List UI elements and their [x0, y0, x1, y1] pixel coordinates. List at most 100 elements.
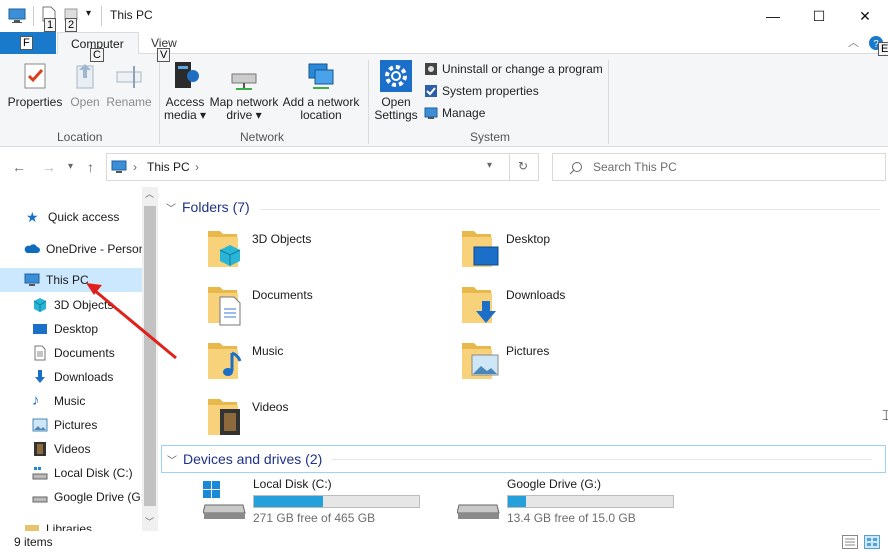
sidebar-item-label: Google Drive (G:)	[54, 490, 142, 504]
sidebar-item-music[interactable]: ♪ Music	[0, 389, 142, 413]
keytip-1: 1	[44, 18, 57, 32]
location-group-label: Location	[57, 130, 103, 144]
minimize-icon: —	[766, 8, 780, 24]
sidebar-item-videos[interactable]: Videos	[0, 437, 142, 461]
sidebar-item-this-pc[interactable]: This PC	[0, 268, 142, 292]
download-arrow-icon	[35, 370, 45, 383]
up-arrow-icon[interactable]: ↑	[87, 159, 94, 175]
sidebar-item-label: Pictures	[54, 418, 98, 432]
system-group-label: System	[470, 130, 511, 144]
customize-qat-icon[interactable]: ▾	[86, 8, 91, 19]
sidebar-item-label: This PC	[46, 273, 89, 287]
access-media-label-2: media ▾	[163, 108, 207, 122]
group-separator	[608, 60, 609, 144]
keytip-help: E	[878, 42, 888, 56]
collapse-ribbon-icon[interactable]: ︿	[848, 34, 859, 50]
content-pane: ﹀ Folders (7) 3D Objects Desktop Documen…	[158, 187, 888, 531]
folder-item-desktop[interactable]: Desktop	[460, 227, 700, 277]
uninstall-program-button[interactable]: Uninstall or change a program	[424, 62, 603, 76]
search-icon	[569, 162, 582, 175]
folder-item-videos[interactable]: Videos	[206, 395, 446, 445]
sidebar-item-3d-objects[interactable]: 3D Objects	[0, 293, 142, 317]
folder-name: Desktop	[506, 232, 551, 246]
sidebar-item-desktop[interactable]: Desktop	[0, 317, 142, 341]
title-bar: 1 2 ▾ This PC — ☐ ✕	[0, 0, 888, 32]
folder-item-music[interactable]: Music	[206, 339, 446, 389]
drive-item-google-drive[interactable]: Google Drive (G:) 13.4 GB free of 15.0 G…	[456, 477, 707, 527]
keytip-view: V	[157, 48, 171, 62]
sidebar-item-local-disk[interactable]: Local Disk (C:)	[0, 461, 142, 485]
folder-item-documents[interactable]: Documents	[206, 283, 446, 333]
sidebar-item-pictures[interactable]: Pictures	[0, 413, 142, 437]
drive-usage-bar	[507, 495, 674, 508]
sidebar-item-libraries[interactable]: Libraries	[0, 517, 142, 531]
close-icon: ✕	[859, 7, 871, 24]
maximize-icon: ☐	[812, 7, 826, 24]
windows-drive-icon	[202, 481, 246, 519]
drive-item-local-disk[interactable]: Local Disk (C:) 271 GB free of 465 GB	[202, 477, 453, 527]
system-properties-button[interactable]: System properties	[424, 84, 539, 98]
sidebar-item-onedrive[interactable]: OneDrive - Person	[0, 237, 142, 261]
minimize-button[interactable]: —	[750, 0, 796, 32]
access-media-button[interactable]: Access media ▾	[163, 60, 207, 122]
sidebar-scroll-thumb[interactable]	[144, 206, 156, 506]
sidebar-item-label: Music	[54, 394, 86, 408]
search-input[interactable]: Search This PC	[593, 160, 677, 174]
manage-label: Manage	[442, 106, 486, 120]
refresh-icon[interactable]: ↻	[518, 159, 528, 173]
sidebar-item-label: 3D Objects	[54, 298, 114, 312]
sidebar-item-downloads[interactable]: Downloads	[0, 365, 142, 389]
manage-button[interactable]: Manage	[424, 106, 485, 120]
map-drive-label-2: drive ▾	[226, 108, 262, 122]
properties-button[interactable]: Properties	[6, 60, 64, 109]
forward-arrow-icon[interactable]: →	[42, 159, 56, 175]
folder-item-downloads[interactable]: Downloads	[460, 283, 700, 333]
open-settings-button[interactable]: Open Settings	[372, 60, 420, 122]
keytip-computer: C	[90, 48, 104, 62]
drive-name: Google Drive (G:)	[507, 477, 602, 491]
add-network-location-button[interactable]: Add a network location	[282, 60, 360, 122]
document-icon	[34, 345, 46, 361]
open-label: Open	[70, 95, 100, 109]
sidebar-item-label: Desktop	[54, 322, 99, 336]
breadcrumb-separator-icon[interactable]: ›	[195, 160, 199, 174]
uninstall-label: Uninstall or change a program	[442, 62, 603, 76]
sidebar-item-label: Local Disk (C:)	[54, 466, 133, 480]
scroll-down-icon[interactable]: ﹀	[145, 515, 154, 528]
folder-downloads-icon	[462, 287, 496, 323]
folder-name: Downloads	[506, 288, 566, 302]
address-dropdown-icon[interactable]: ▾	[487, 160, 492, 171]
search-box[interactable]: Search This PC	[552, 153, 886, 181]
libraries-icon	[25, 525, 39, 531]
folders-section-header[interactable]: ﹀ Folders (7)	[166, 199, 250, 215]
folder-item-pictures[interactable]: Pictures	[460, 339, 700, 389]
rename-button[interactable]: Rename	[106, 60, 152, 109]
cube-icon	[33, 298, 47, 312]
close-button[interactable]: ✕	[842, 0, 888, 32]
folder-item-3d-objects[interactable]: 3D Objects	[206, 227, 446, 277]
ribbon-tabs: F Computer C View V ︿ ? E	[0, 32, 888, 62]
open-icon	[76, 64, 94, 89]
drive-name: Local Disk (C:)	[253, 477, 332, 491]
maximize-button[interactable]: ☐	[796, 0, 842, 32]
details-view-icon[interactable]	[842, 535, 858, 549]
sidebar-item-documents[interactable]: Documents	[0, 341, 142, 365]
keytip-2: 2	[65, 18, 78, 32]
open-button[interactable]: Open	[66, 60, 104, 109]
breadcrumb-this-pc[interactable]: This PC	[147, 160, 190, 174]
sidebar-item-google-drive[interactable]: Google Drive (G:)	[0, 485, 142, 509]
group-separator	[159, 60, 160, 144]
back-arrow-icon[interactable]: ←	[12, 159, 26, 175]
scroll-up-icon[interactable]: ︿	[145, 187, 154, 200]
file-tab[interactable]: F	[0, 32, 56, 54]
music-note-icon: ♪	[32, 392, 40, 409]
sidebar-item-quick-access[interactable]: ★ Quick access	[0, 205, 142, 229]
folders-header-label: Folders (7)	[182, 199, 250, 215]
map-network-drive-button[interactable]: Map network drive ▾	[208, 60, 280, 122]
large-icons-view-icon[interactable]	[864, 535, 880, 549]
rename-icon	[116, 66, 142, 88]
address-bar[interactable]: › This PC › ▾ ↻	[106, 153, 539, 181]
star-icon: ★	[26, 209, 39, 225]
recent-locations-chevron-icon[interactable]: ▾	[68, 161, 73, 172]
breadcrumb-separator-icon[interactable]: ›	[133, 160, 137, 174]
